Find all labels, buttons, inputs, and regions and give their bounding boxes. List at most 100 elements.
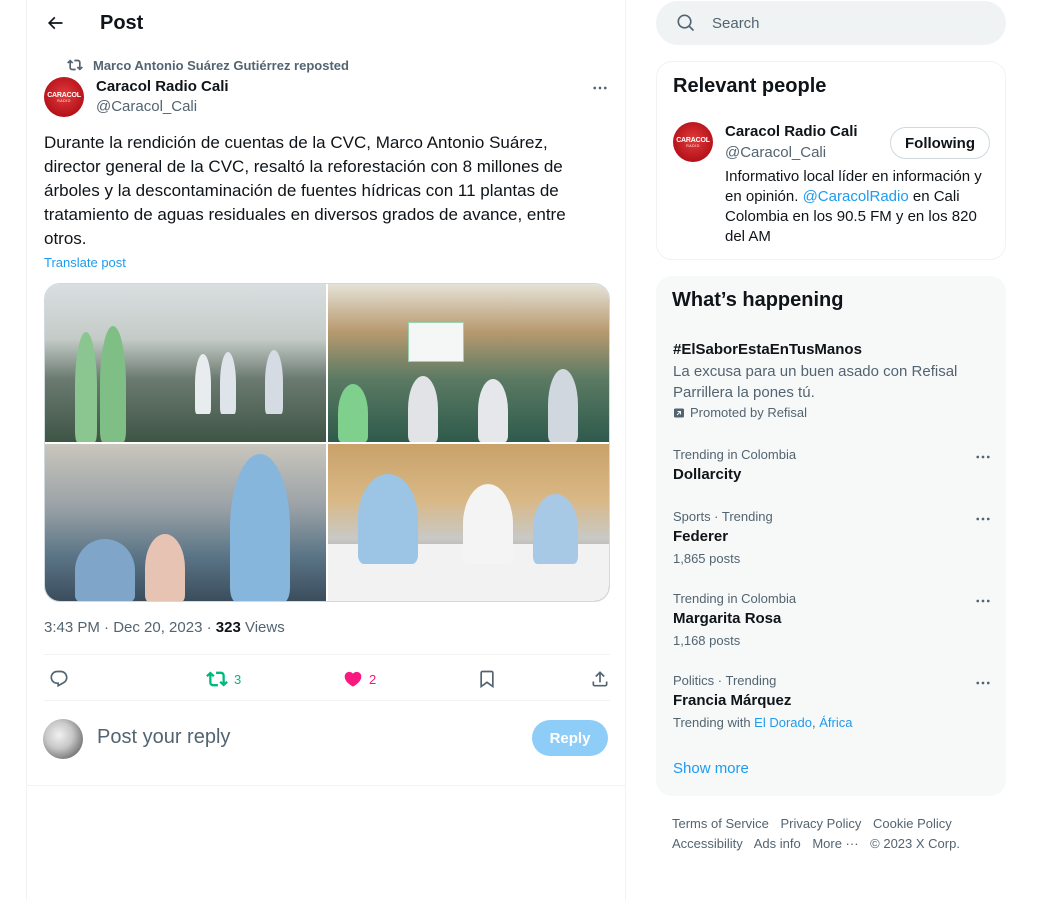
trend-item[interactable]: Politics · Trending Francia Márquez Tren…: [673, 673, 993, 731]
promo-by-text: Promoted by Refisal: [690, 405, 808, 420]
trend-related: Trending with El Dorado, África: [673, 715, 993, 731]
footer-link-terms[interactable]: Terms of Service: [672, 816, 769, 831]
promoted-icon: [673, 408, 684, 417]
promo-description: La excusa para un buen asado con Refisal…: [673, 363, 958, 401]
header-bar: Post: [27, 0, 625, 46]
views-label: Views: [240, 619, 285, 636]
footer-link-ads-info[interactable]: Ads info: [754, 836, 801, 851]
footer-links: Terms of Service Privacy Policy Cookie P…: [672, 814, 992, 854]
relevant-people-title: Relevant people: [673, 75, 827, 97]
footer-link-accessibility[interactable]: Accessibility: [672, 836, 743, 851]
relevant-person-handle[interactable]: @Caracol_Cali: [725, 144, 826, 161]
page-title: Post: [100, 12, 144, 34]
relevant-person-name[interactable]: Caracol Radio Cali: [725, 123, 858, 140]
trend-title: Dollarcity: [673, 466, 742, 483]
trend-more-button[interactable]: [973, 509, 993, 529]
post-timestamp: 3:43 PM · Dec 20, 2023 · 323 Views: [44, 619, 285, 636]
trend-more-button[interactable]: [973, 591, 993, 611]
trend-more-button[interactable]: [973, 447, 993, 467]
relevant-person-bio: Informativo local líder en información y…: [725, 167, 995, 247]
more-horizontal-icon: [976, 517, 990, 521]
post-more-button[interactable]: [590, 78, 610, 98]
reply-submit-button[interactable]: Reply: [532, 720, 608, 756]
reply-button[interactable]: [49, 662, 69, 696]
trend-meta: Trending in Colombia: [673, 591, 797, 606]
repost-button[interactable]: 3: [206, 662, 241, 696]
action-bar: 3 2: [44, 662, 610, 696]
translate-post-link[interactable]: Translate post: [44, 255, 126, 270]
search-box: [656, 1, 1006, 45]
related-trend-link[interactable]: África: [819, 715, 852, 730]
footer-link-privacy[interactable]: Privacy Policy: [780, 816, 861, 831]
more-horizontal-icon: [976, 455, 990, 459]
trend-item[interactable]: Trending in Colombia Margarita Rosa 1,16…: [673, 591, 993, 649]
bio-mention-link[interactable]: @CaracolRadio: [803, 188, 909, 205]
search-icon: [677, 14, 695, 32]
media-grid: [44, 283, 610, 602]
trend-meta: Trending in Colombia: [673, 447, 797, 462]
repost-count: 3: [234, 671, 242, 687]
show-more-link[interactable]: Show more: [673, 760, 749, 777]
views-count: 323: [215, 619, 241, 636]
repost-icon: [67, 59, 83, 71]
user-avatar[interactable]: [43, 719, 83, 759]
heart-icon: [344, 671, 362, 687]
share-button[interactable]: [590, 662, 610, 696]
footer-link-cookie[interactable]: Cookie Policy: [873, 816, 952, 831]
search-input[interactable]: [712, 1, 992, 45]
more-horizontal-icon: [593, 86, 607, 90]
back-button[interactable]: [41, 9, 69, 37]
post-photo[interactable]: [328, 284, 609, 442]
trend-item[interactable]: Sports · Trending Federer 1,865 posts: [673, 509, 993, 567]
post-photo[interactable]: [45, 444, 326, 601]
author-name[interactable]: Caracol Radio Cali: [96, 78, 229, 95]
promo-title: #ElSaborEstaEnTusManos: [673, 341, 862, 358]
more-horizontal-icon: [976, 599, 990, 603]
post-text: Durante la rendición de cuentas de la CV…: [44, 133, 566, 248]
footer-link-more[interactable]: More ···: [812, 836, 858, 851]
whats-happening-card: What’s happening #ElSaborEstaEnTusManos …: [656, 276, 1006, 796]
relevant-person-avatar[interactable]: CARACOL RADIO: [673, 122, 713, 162]
avatar-logo-text: CARACOL: [47, 91, 81, 99]
trend-meta: Sports · Trending: [673, 509, 773, 524]
trend-count: 1,168 posts: [673, 633, 741, 648]
repost-icon: [206, 671, 228, 687]
trend-meta: Politics · Trending: [673, 673, 777, 688]
following-button[interactable]: Following: [890, 127, 990, 159]
promoted-trend[interactable]: #ElSaborEstaEnTusManos La excusa para un…: [673, 340, 993, 420]
trend-item[interactable]: Trending in Colombia Dollarcity: [673, 447, 993, 485]
avatar-logo-sub: RADIO: [686, 143, 700, 148]
relevant-people-card: Relevant people CARACOL RADIO Caracol Ra…: [656, 61, 1006, 260]
reply-composer: Post your reply Reply: [27, 700, 625, 786]
trend-count: 1,865 posts: [673, 551, 741, 566]
trend-more-button[interactable]: [973, 673, 993, 693]
main-column: Post Marco Antonio Suárez Gutiérrez repo…: [26, 0, 626, 900]
trending-with-label: Trending with: [673, 715, 755, 730]
whats-happening-title: What’s happening: [672, 289, 844, 311]
avatar-logo-text: CARACOL: [676, 136, 710, 144]
post-time[interactable]: 3:43 PM · Dec 20, 2023 ·: [44, 619, 216, 636]
reply-icon: [50, 670, 68, 688]
trend-title: Francia Márquez: [673, 692, 792, 709]
trend-title: Federer: [673, 528, 729, 545]
author-avatar[interactable]: CARACOL RADIO: [44, 77, 84, 117]
repost-indicator: Marco Antonio Suárez Gutiérrez reposted: [67, 57, 349, 73]
post-photo[interactable]: [328, 444, 609, 601]
reply-input[interactable]: Post your reply: [97, 726, 230, 749]
more-horizontal-icon: [976, 681, 990, 685]
share-icon: [592, 671, 608, 687]
avatar-logo-sub: RADIO: [57, 98, 71, 103]
related-trend-link[interactable]: El Dorado: [754, 715, 812, 730]
author-handle[interactable]: @Caracol_Cali: [96, 98, 197, 115]
divider: [44, 654, 610, 655]
arrow-left-icon: [47, 16, 63, 30]
like-count: 2: [369, 671, 377, 687]
trend-title: Margarita Rosa: [673, 610, 782, 627]
bookmark-button[interactable]: [477, 662, 497, 696]
promoted-by: Promoted by Refisal: [673, 405, 993, 420]
footer-copyright: © 2023 X Corp.: [870, 836, 960, 851]
bookmark-icon: [480, 670, 494, 689]
post-photo[interactable]: [45, 284, 326, 442]
like-button[interactable]: 2: [343, 662, 376, 696]
repost-text[interactable]: Marco Antonio Suárez Gutiérrez reposted: [93, 58, 349, 73]
